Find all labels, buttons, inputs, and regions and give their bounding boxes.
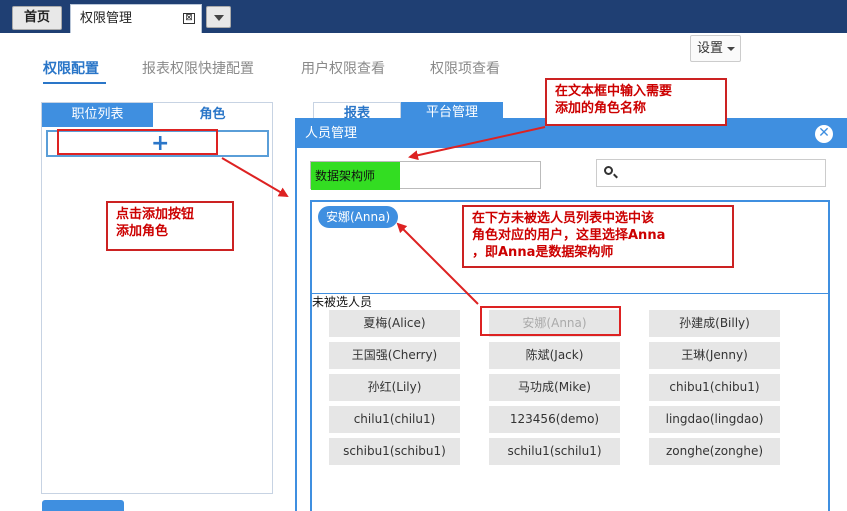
tab-permission-management[interactable]: 权限管理 ⊠ [70, 4, 202, 33]
user-button[interactable]: zonghe(zonghe) [649, 438, 780, 465]
user-button[interactable]: chilu1(chilu1) [329, 406, 460, 433]
tab-roles[interactable]: 角色 [153, 103, 272, 127]
annotation-line: 添加角色 [116, 224, 169, 239]
home-tab[interactable]: 首页 [12, 6, 62, 30]
annotation-input-hint: 在文本框中输入需要 添加的角色名称 [545, 78, 727, 126]
annotation-line: 角色对应的用户，这里选择Anna [472, 228, 666, 243]
close-icon[interactable]: ✕ [815, 125, 833, 143]
annotation-line: 在下方未被选人员列表中选中该 [472, 211, 655, 226]
active-tab-underline [43, 82, 106, 84]
left-panel: 职位列表 角色 + [41, 102, 273, 494]
anna-highlight-box [480, 306, 621, 336]
tab-label: 权限管理 [80, 11, 133, 26]
user-button[interactable]: schilu1(schilu1) [489, 438, 620, 465]
user-button[interactable]: chibu1(chibu1) [649, 374, 780, 401]
user-button[interactable]: 孙红(Lily) [329, 374, 460, 401]
annotation-line: 添加的角色名称 [555, 101, 647, 116]
add-button-highlight-box [57, 129, 218, 155]
role-name-input[interactable]: 数据架构师 [310, 161, 541, 190]
annotation-line: 在文本框中输入需要 [555, 84, 673, 99]
user-button[interactable]: 王国强(Cherry) [329, 342, 460, 369]
selected-divider [312, 293, 828, 294]
user-search-input[interactable] [596, 159, 826, 187]
tab-menu-dropdown-icon[interactable] [206, 6, 231, 28]
chevron-down-icon [727, 47, 735, 51]
role-name-value: 数据架构师 [311, 162, 400, 190]
selected-user-chip[interactable]: 安娜(Anna) [318, 206, 399, 228]
annotation-line: 点击添加按钮 [116, 207, 195, 222]
annotation-add-hint: 点击添加按钮 添加角色 [106, 201, 234, 251]
tab-report-quick-config[interactable]: 报表权限快捷配置 [142, 58, 254, 78]
tab-position-list[interactable]: 职位列表 [42, 103, 153, 127]
user-button[interactable]: 王琳(Jenny) [649, 342, 780, 369]
top-tab-bar: 首页 权限管理 ⊠ [0, 0, 847, 33]
dialog-title: 人员管理 [305, 126, 358, 141]
user-button[interactable]: 123456(demo) [489, 406, 620, 433]
annotation-line: ，即Anna是数据架构师 [472, 245, 614, 260]
settings-button[interactable]: 设置 [690, 35, 741, 62]
tab-user-permission-view[interactable]: 用户权限查看 [301, 58, 385, 78]
tab-permission-config[interactable]: 权限配置 [43, 58, 99, 78]
user-button[interactable]: 马功成(Mike) [489, 374, 620, 401]
user-button[interactable]: lingdao(lingdao) [649, 406, 780, 433]
user-button[interactable]: 夏梅(Alice) [329, 310, 460, 337]
settings-label: 设置 [697, 41, 724, 56]
search-icon [604, 166, 613, 175]
annotation-select-hint: 在下方未被选人员列表中选中该 角色对应的用户，这里选择Anna ，即Anna是数… [462, 205, 734, 268]
tab-permission-item-view[interactable]: 权限项查看 [430, 58, 500, 78]
user-button[interactable]: 孙建成(Billy) [649, 310, 780, 337]
user-button[interactable]: schibu1(schibu1) [329, 438, 460, 465]
unselected-users-label: 未被选人员 [312, 295, 373, 309]
tab-close-icon[interactable]: ⊠ [183, 13, 195, 24]
user-button[interactable]: 陈斌(Jack) [489, 342, 620, 369]
save-button[interactable] [42, 500, 124, 511]
